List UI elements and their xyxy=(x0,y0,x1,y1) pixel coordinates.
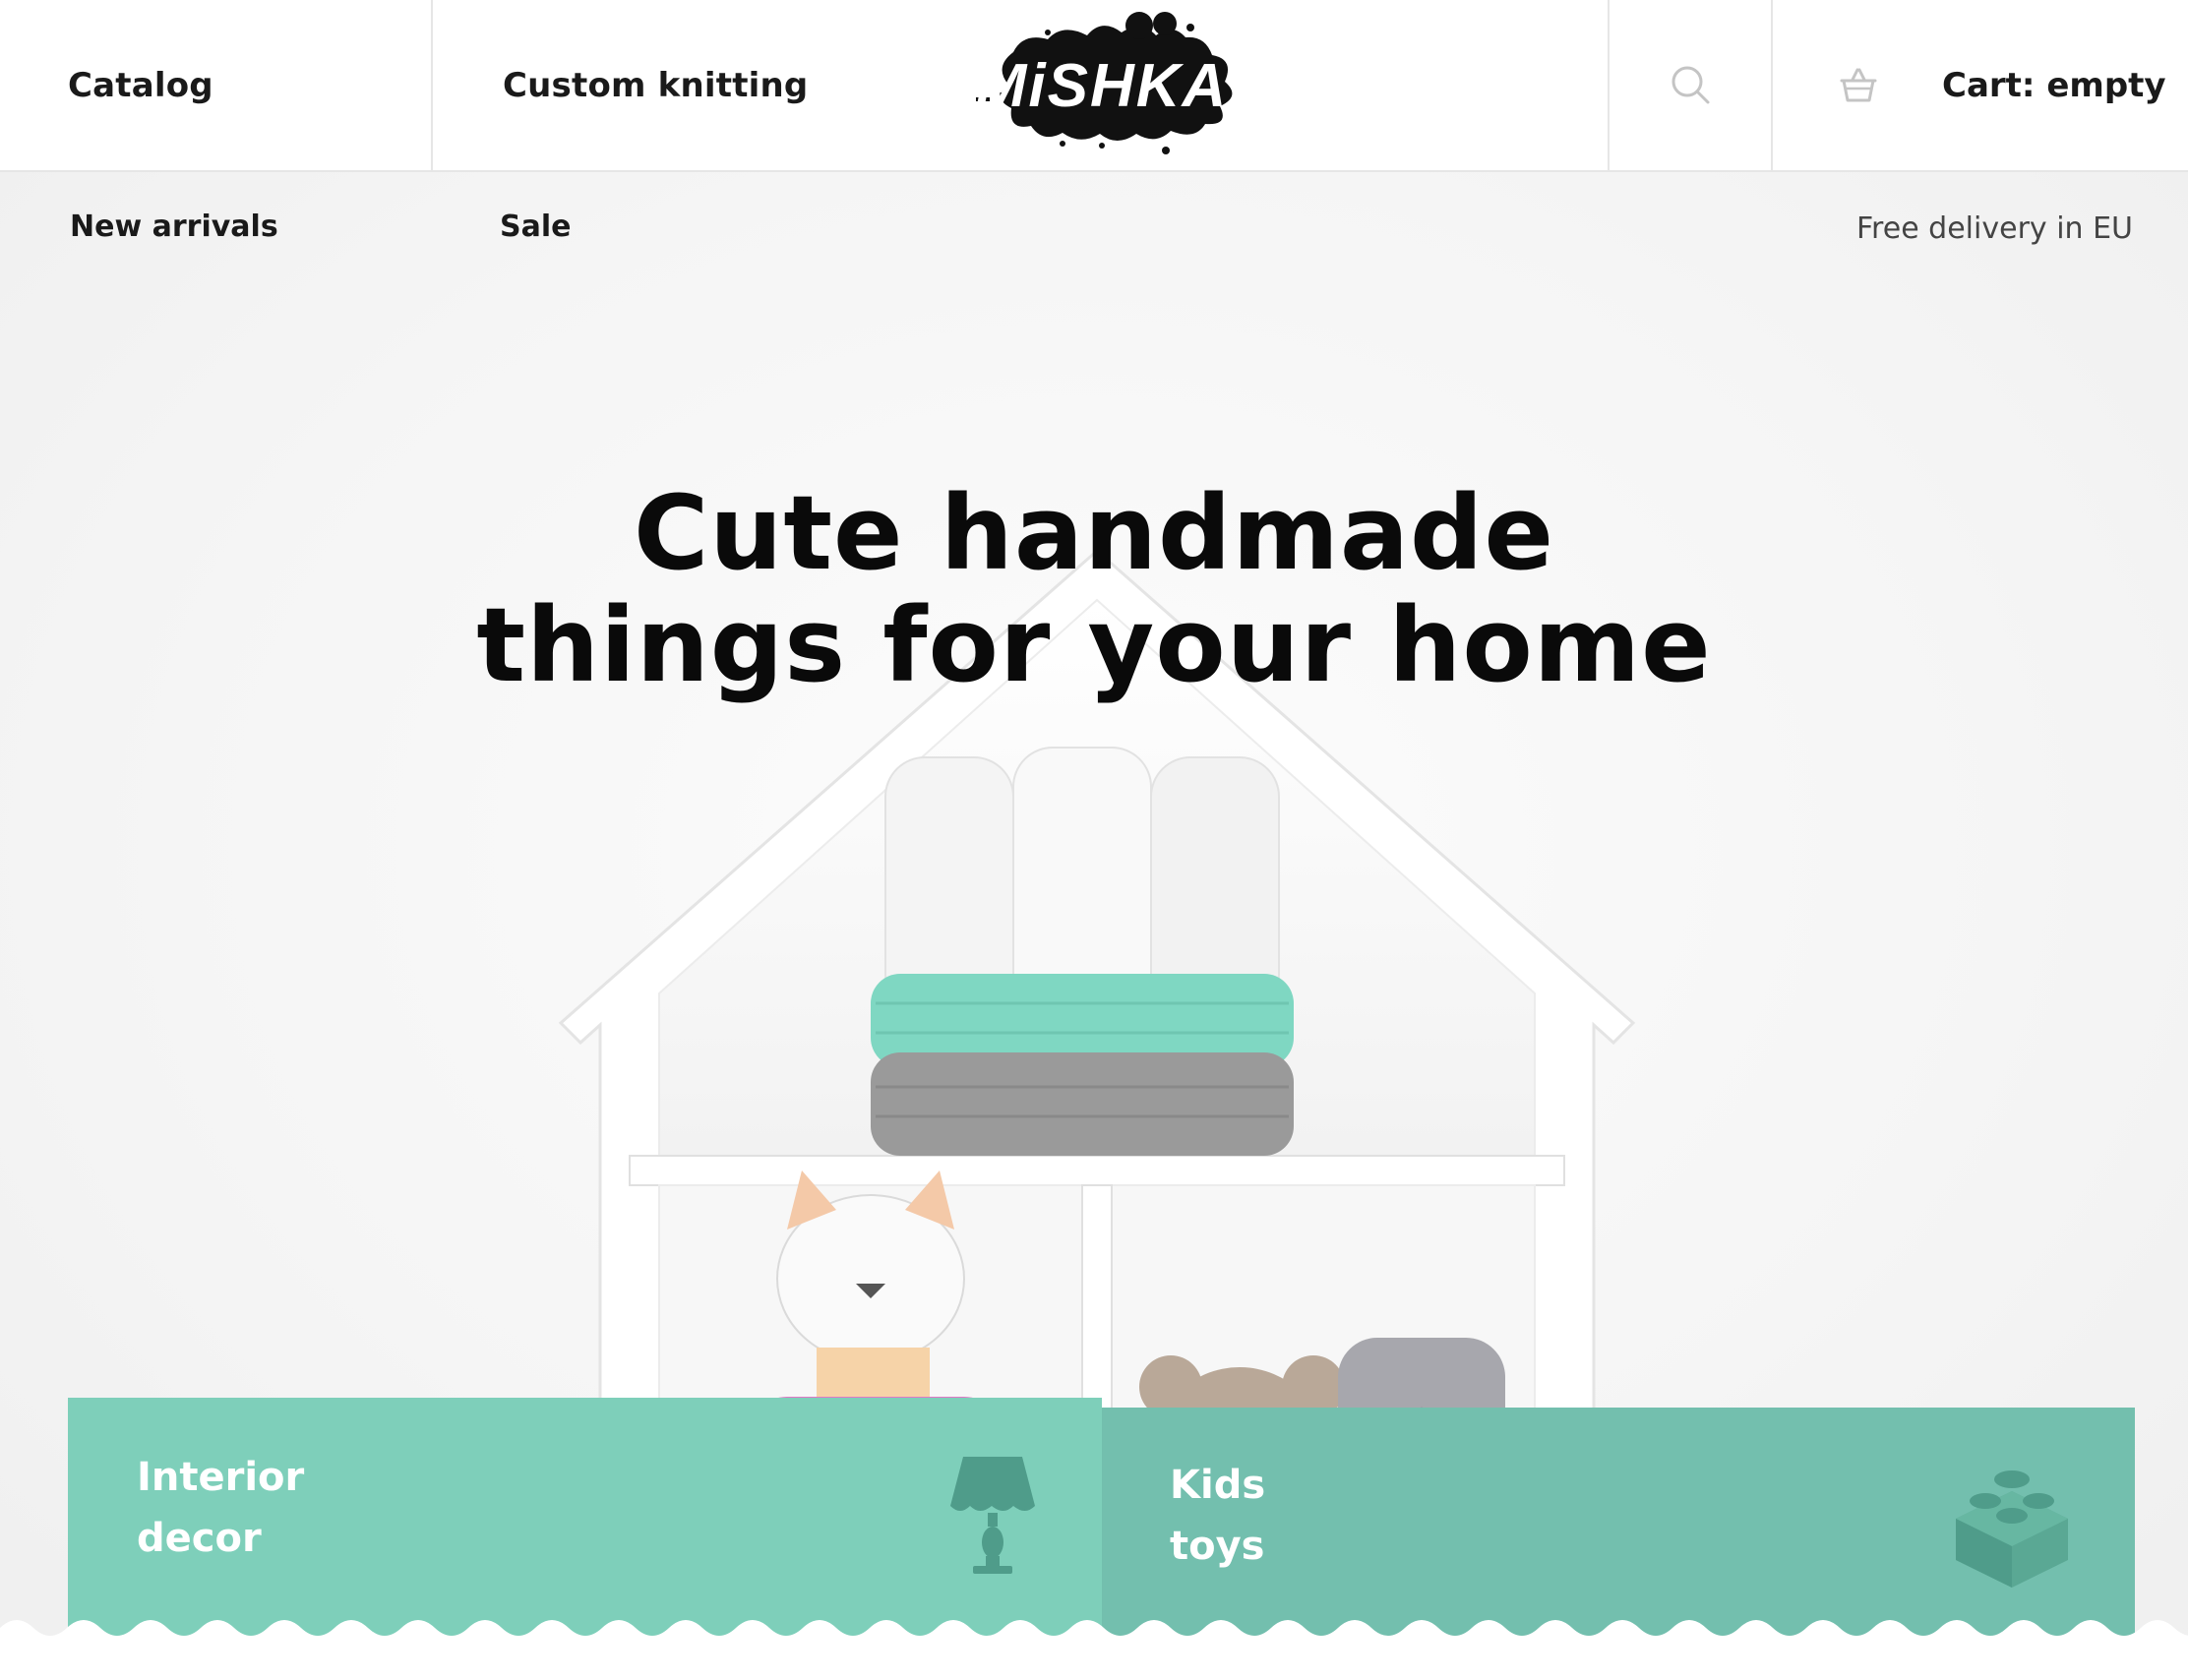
nav-link-custom-knitting[interactable]: Custom knitting xyxy=(503,66,808,105)
cart-label: Cart: empty xyxy=(1942,66,2166,105)
nav-cell-catalog: Catalog xyxy=(0,0,433,171)
hero-title: Cute handmade things for your home xyxy=(405,477,1783,701)
logo-text: MiSHKA xyxy=(976,52,1229,120)
cart-cell: Cart: empty xyxy=(1773,0,2188,171)
category-label-line-2: decor xyxy=(137,1516,262,1561)
category-label-line-1: Kids xyxy=(1170,1463,1266,1508)
logo-link[interactable]: MiSHKA xyxy=(954,0,1249,174)
lamp-icon xyxy=(950,1457,1035,1574)
basket-icon xyxy=(1840,68,1877,102)
wave-divider xyxy=(0,1620,2188,1680)
logo-cell: MiSHKA xyxy=(944,0,1609,171)
site-header: Catalog Custom knitting MiSHKA Cart: emp… xyxy=(0,0,2188,172)
subnav-link-sale[interactable]: Sale xyxy=(500,210,571,244)
cart-link[interactable]: Cart: empty xyxy=(1838,65,2166,106)
hero-title-line-1: Cute handmade xyxy=(633,473,1555,593)
subnav-link-new-arrivals[interactable]: New arrivals xyxy=(70,210,278,244)
hero-title-line-2: things for your home xyxy=(476,585,1712,705)
page: Catalog Custom knitting MiSHKA Cart: emp… xyxy=(0,0,2188,1680)
search-cell xyxy=(1608,0,1773,171)
nav-link-catalog[interactable]: Catalog xyxy=(68,66,213,105)
search-button[interactable] xyxy=(1669,63,1712,109)
nav-cell-custom-knitting: Custom knitting xyxy=(433,0,944,171)
toy-brick-icon xyxy=(1956,1470,2068,1588)
logo: MiSHKA xyxy=(976,11,1233,154)
category-label: Interior decor xyxy=(137,1447,304,1569)
category-label-line-2: toys xyxy=(1170,1524,1265,1569)
subnav: New arrivals Sale Free delivery in EU xyxy=(0,172,2188,285)
category-label: Kids toys xyxy=(1170,1455,1265,1577)
search-icon xyxy=(1671,66,1710,103)
delivery-note: Free delivery in EU xyxy=(1855,211,2133,246)
category-label-line-1: Interior xyxy=(137,1455,305,1500)
